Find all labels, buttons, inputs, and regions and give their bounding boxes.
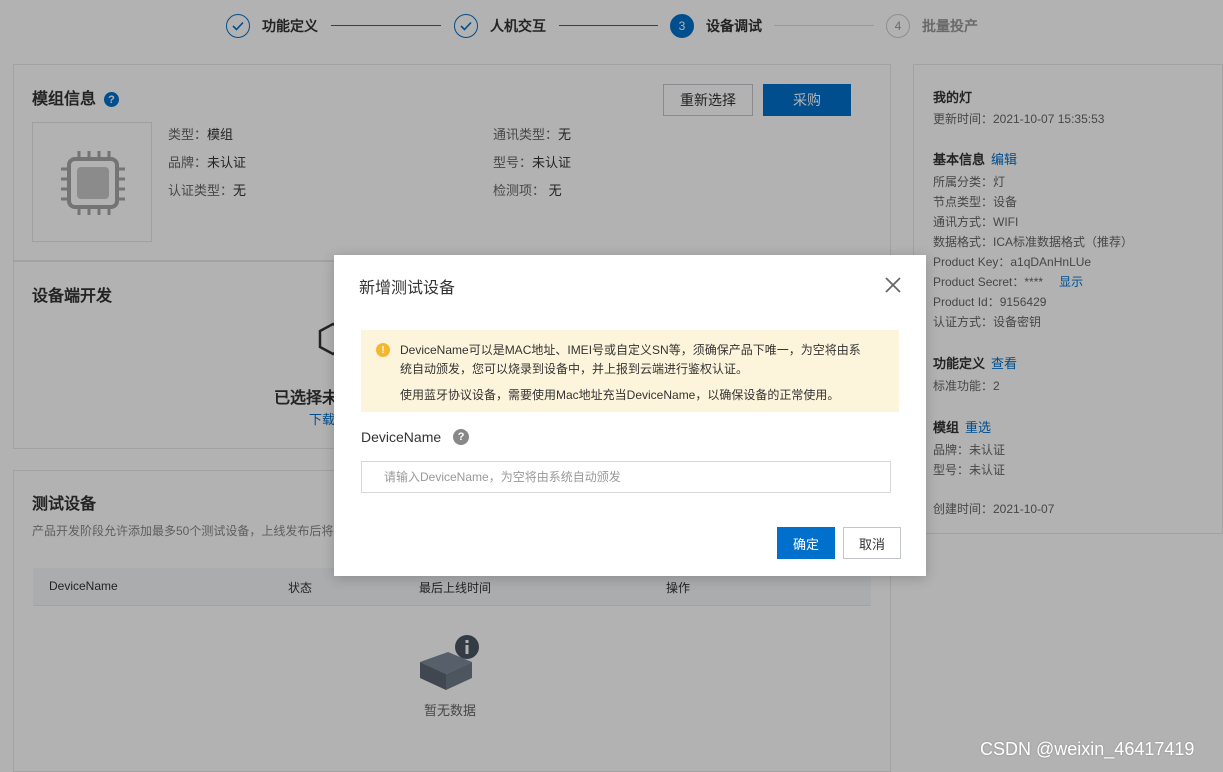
warning-icon: ! — [376, 343, 390, 357]
cancel-button[interactable]: 取消 — [843, 527, 901, 559]
question-icon[interactable]: ? — [453, 429, 470, 445]
notice-line: 统自动颁发，您可以烧录到设备中，并上报到云端进行鉴权认证。 — [400, 362, 749, 376]
devicename-input[interactable] — [361, 461, 891, 493]
notice-line: DeviceName可以是MAC地址、IMEI号或自定义SN等，须确保产品下唯一… — [400, 343, 861, 357]
confirm-button[interactable]: 确定 — [777, 527, 835, 559]
close-icon[interactable] — [883, 275, 903, 295]
devicename-label: DeviceName? — [361, 429, 470, 445]
devicename-label-text: DeviceName — [361, 429, 442, 445]
add-test-device-dialog: 新增测试设备 ! DeviceName可以是MAC地址、IMEI号或自定义SN等… — [334, 255, 926, 576]
dialog-title: 新增测试设备 — [359, 280, 456, 297]
notice-box: ! DeviceName可以是MAC地址、IMEI号或自定义SN等，须确保产品下… — [361, 330, 899, 412]
watermark: CSDN @weixin_46417419 — [980, 739, 1195, 759]
notice-line: 使用蓝牙协议设备，需要使用Mac地址充当DeviceName，以确保设备的正常使… — [400, 388, 840, 402]
